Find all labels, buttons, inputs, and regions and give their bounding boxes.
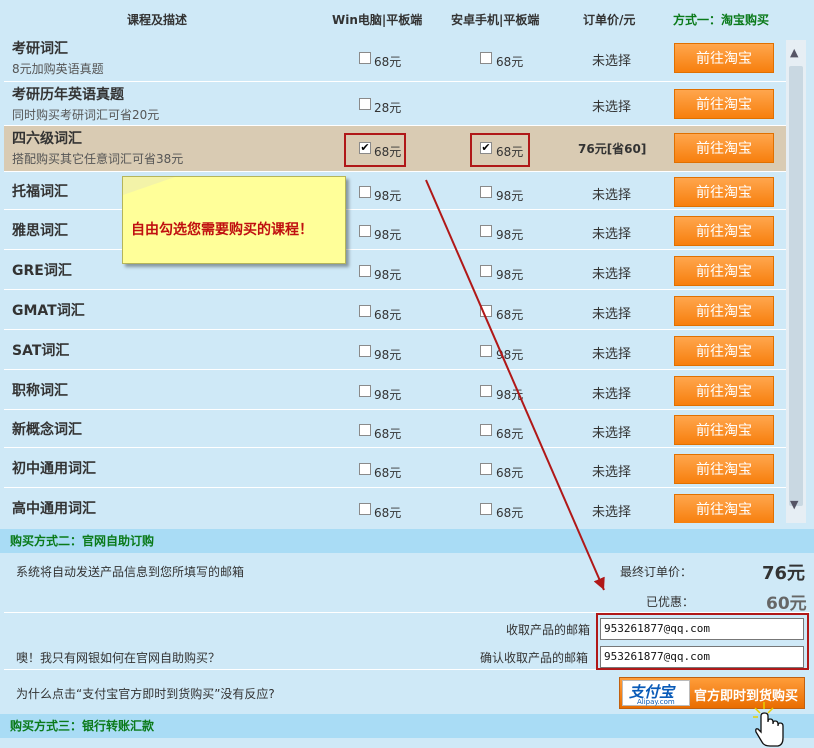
- annotation-arrow: [425, 179, 605, 591]
- hand-cursor-icon: [753, 702, 784, 747]
- purchase-panel: 课程及描述 Win电脑|平板端 安卓手机|平板端 订单价/元 方式一：淘宝购买 …: [0, 0, 814, 748]
